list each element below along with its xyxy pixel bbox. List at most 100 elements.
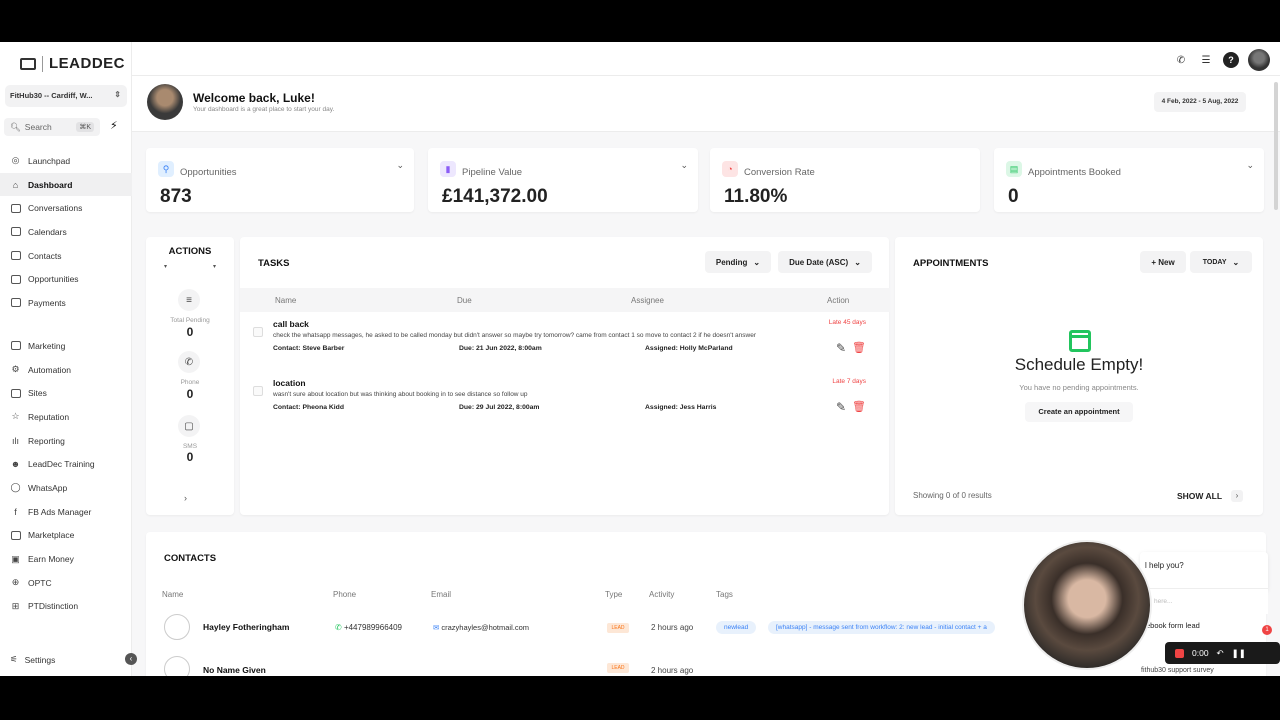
column-header[interactable]: Type: [605, 590, 622, 599]
trash-icon[interactable]: 🗑︎: [852, 341, 866, 354]
sidebar-item-label: Launchpad: [28, 155, 71, 166]
box-icon: ⊞: [11, 600, 20, 611]
stop-recording-icon[interactable]: [1175, 648, 1184, 658]
chat-widget-input[interactable]: here...: [1140, 588, 1268, 614]
undo-icon[interactable]: ↶: [1217, 648, 1224, 659]
create-appointment-button[interactable]: Create an appointment: [1025, 402, 1133, 422]
sidebar-item-opportunities[interactable]: Opportunities: [0, 267, 132, 291]
late-badge: Late 7 days: [832, 378, 866, 385]
status-filter-dropdown[interactable]: Pending ⌄: [705, 251, 771, 273]
empty-state-subtitle: You have no pending appointments.: [1019, 383, 1139, 392]
sidebar-item-label: LeadDec Training: [28, 459, 95, 470]
location-switcher[interactable]: FitHub30 -- Cardiff, W... ⇕: [5, 85, 127, 107]
caret-left-icon[interactable]: ▾: [164, 263, 167, 270]
sidebar-item-label: Contacts: [28, 250, 62, 261]
sidebar-item-leaddec-training[interactable]: ☻ LeadDec Training: [0, 452, 132, 476]
chevron-right-icon[interactable]: ›: [184, 493, 187, 503]
stat-value: 11.80%: [724, 186, 788, 207]
sidebar-item-label: Marketing: [28, 340, 66, 351]
sidebar-item-dashboard[interactable]: ⌂ Dashboard: [0, 172, 132, 197]
caret-right-icon[interactable]: ▾: [213, 263, 216, 270]
notification-badge: 1: [1262, 625, 1272, 635]
filter-icon[interactable]: ≡: [178, 289, 200, 311]
task-contact[interactable]: Contact: Steve Barber: [273, 345, 344, 352]
chevron-down-icon[interactable]: ⌄: [1246, 160, 1254, 171]
type-badge: LEAD: [607, 663, 629, 673]
show-all-link[interactable]: SHOW ALL: [1177, 491, 1222, 501]
task-checkbox[interactable]: [253, 327, 263, 337]
sort-dropdown[interactable]: Due Date (ASC) ⌄: [778, 251, 872, 273]
new-appointment-button[interactable]: + New: [1140, 251, 1186, 273]
sidebar-item-settings[interactable]: ⚟ Settings: [10, 654, 55, 665]
sms-icon[interactable]: ▢: [178, 415, 200, 437]
column-header[interactable]: Activity: [649, 590, 674, 599]
chevron-down-icon[interactable]: ⌄: [396, 160, 404, 171]
column-header[interactable]: Name: [275, 296, 296, 305]
task-contact[interactable]: Contact: Pheona Kidd: [273, 404, 344, 411]
search-button[interactable]: 🔍︎ Search ⌘K: [4, 118, 100, 136]
range-dropdown[interactable]: TODAY ⌄: [1190, 251, 1252, 273]
notifications-list-icon[interactable]: ☰: [1198, 52, 1214, 68]
quick-actions-bolt-icon[interactable]: ⚡︎: [110, 119, 118, 132]
webcam-overlay: [1022, 540, 1152, 670]
sidebar-item-marketplace[interactable]: Marketplace: [0, 524, 132, 548]
contact-email[interactable]: ✉ crazyhayles@hotmail.com: [433, 623, 529, 632]
sidebar-item-sites[interactable]: Sites: [0, 381, 132, 405]
column-header[interactable]: Name: [162, 590, 183, 599]
sidebar-item-fb-ads-manager[interactable]: f FB Ads Manager: [0, 500, 132, 524]
sidebar-item-label: Automation: [28, 364, 71, 375]
date-range-picker[interactable]: 4 Feb, 2022 - 5 Aug, 2022: [1154, 92, 1246, 112]
sidebar-item-launchpad[interactable]: ◎ Launchpad: [0, 149, 132, 173]
phone-icon[interactable]: ✆: [1173, 52, 1189, 68]
user-avatar[interactable]: [1248, 49, 1270, 71]
updown-chevron-icon: ⇕: [114, 90, 121, 99]
task-description: wasn't sure about location but was think…: [273, 391, 528, 398]
sidebar-item-label: Earn Money: [28, 554, 74, 565]
help-icon[interactable]: ?: [1223, 52, 1239, 68]
chevron-down-icon[interactable]: ⌄: [680, 160, 688, 171]
column-header[interactable]: Due: [457, 296, 472, 305]
range-value: TODAY: [1202, 258, 1227, 266]
task-row[interactable]: call back check the whatsapp messages, h…: [240, 319, 890, 375]
sort-value: Due Date (ASC): [789, 257, 849, 267]
contact-name[interactable]: No Name Given: [203, 665, 266, 675]
sidebar-item-calendars[interactable]: Calendars: [0, 220, 132, 244]
money-icon: ▣: [11, 553, 20, 564]
search-shortcut: ⌘K: [76, 122, 94, 132]
sidebar-item-conversations[interactable]: Conversations: [0, 196, 132, 220]
sidebar-item-label: FB Ads Manager: [28, 506, 92, 517]
pause-icon[interactable]: ❚❚: [1232, 648, 1246, 659]
sidebar-item-optc[interactable]: ⊕ OPTC: [0, 571, 132, 595]
sidebar-item-whatsapp[interactable]: ◯ WhatsApp: [0, 476, 132, 500]
column-header[interactable]: Email: [431, 590, 451, 599]
task-row[interactable]: location wasn't sure about location but …: [240, 378, 890, 434]
task-checkbox[interactable]: [253, 386, 263, 396]
contact-phone[interactable]: ✆ +447989966409: [335, 623, 402, 632]
megaphone-icon: [10, 340, 21, 351]
scrollbar[interactable]: [1274, 82, 1278, 210]
column-header[interactable]: Tags: [716, 590, 733, 599]
trash-icon[interactable]: 🗑︎: [852, 400, 866, 413]
tasks-table-header: Name Due Assignee Action: [240, 288, 890, 312]
sidebar-item-ptdistinction[interactable]: ⊞ PTDistinction: [0, 595, 132, 619]
sidebar-item-automation[interactable]: ⚙︎ Automation: [0, 358, 132, 382]
column-header[interactable]: Phone: [333, 590, 356, 599]
phone-icon[interactable]: ✆: [178, 351, 200, 373]
edit-icon[interactable]: ✎: [836, 341, 846, 355]
tag-badge[interactable]: newlead: [716, 621, 757, 634]
sidebar-item-reputation[interactable]: ☆ Reputation: [0, 405, 132, 429]
stat-card-appointments-booked: ▤ Appointments Booked 0 ⌄: [994, 148, 1264, 212]
column-header[interactable]: Assignee: [631, 296, 664, 305]
sidebar-item-earn-money[interactable]: ▣ Earn Money: [0, 547, 132, 571]
brand-logo[interactable]: LEADDEC: [20, 55, 125, 72]
sidebar-item-label: Reporting: [28, 435, 65, 446]
sidebar-item-marketing[interactable]: Marketing: [0, 334, 132, 358]
sidebar-item-reporting[interactable]: ılı Reporting: [0, 429, 132, 453]
edit-icon[interactable]: ✎: [836, 400, 846, 414]
collapse-sidebar-button[interactable]: ‹: [125, 653, 137, 665]
sidebar-item-contacts[interactable]: Contacts: [0, 244, 132, 268]
sidebar-item-payments[interactable]: Payments: [0, 291, 132, 315]
chevron-right-icon[interactable]: ›: [1231, 490, 1243, 502]
tag-badge[interactable]: [whatsapp] - message sent from workflow:…: [768, 621, 995, 634]
contact-name[interactable]: Hayley Fotheringham: [203, 622, 289, 632]
